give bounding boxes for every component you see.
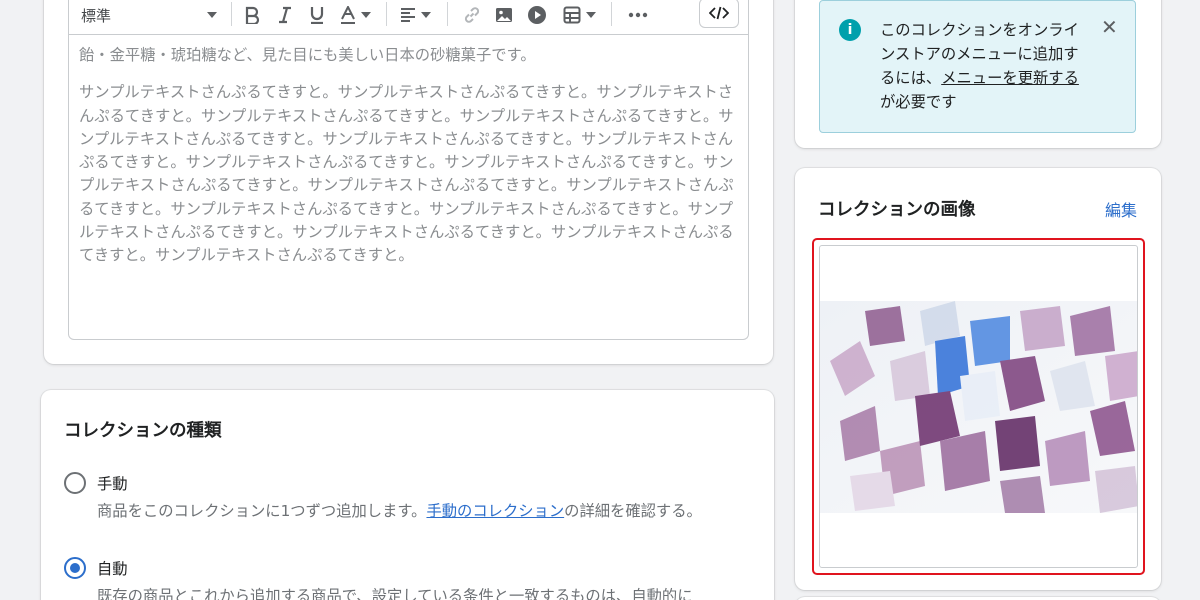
radio-button-automatic[interactable] — [64, 557, 86, 579]
manual-collection-link[interactable]: 手動のコレクション — [426, 502, 564, 520]
help-text: 商品をこのコレクションに1つずつ追加します。 — [97, 502, 427, 520]
info-icon: i — [839, 19, 861, 41]
chevron-down-icon — [585, 12, 596, 18]
radio-label: 手動 — [97, 475, 128, 493]
radio-help-text: 既存の商品とこれから追加する商品で、設定している条件と一致するものは、自動的に — [97, 587, 693, 600]
chevron-down-icon — [420, 12, 431, 18]
editor-content[interactable]: 飴・金平糖・琥珀糖など、見た目にも美しい日本の砂糖菓子です。 サンプルテキストさ… — [79, 44, 741, 282]
toolbar-divider — [447, 2, 448, 26]
editor-paragraph: 飴・金平糖・琥珀糖など、見た目にも美しい日本の砂糖菓子です。 — [79, 46, 536, 64]
text-color-icon[interactable] — [335, 2, 375, 28]
info-banner: i このコレクションをオンラインストアのメニューに追加するには、メニューを更新す… — [819, 0, 1136, 133]
editor-toolbar: 標準 — [69, 0, 748, 35]
format-select-label: 標準 — [81, 6, 112, 25]
card-title: コレクションの種類 — [64, 421, 222, 441]
toolbar-divider — [231, 2, 232, 26]
radio-button-manual[interactable] — [64, 472, 86, 494]
candy-photo — [820, 301, 1137, 513]
bold-icon[interactable] — [239, 2, 265, 28]
collection-type-card: コレクションの種類 手動 商品をこのコレクションに1つずつ追加します。手動のコレ… — [41, 390, 774, 600]
radio-label: 自動 — [97, 560, 128, 578]
description-card: 標準 飴・金平糖・琥珀糖など、見た目にも美しい日本の砂糖菓子です。 サンプルテキ… — [44, 0, 773, 364]
rich-text-editor[interactable]: 標準 飴・金平糖・琥珀糖など、見た目にも美しい日本の砂糖菓子です。 サンプルテキ… — [68, 0, 749, 340]
radio-help-text: 商品をこのコレクションに1つずつ追加します。手動のコレクションの詳細を確認する。 — [97, 500, 737, 523]
code-icon[interactable] — [699, 0, 739, 28]
editor-paragraph: サンプルテキストさんぷるてきすと。サンプルテキストさんぷるてきすと。サンプルテキ… — [79, 83, 734, 265]
toolbar-divider — [386, 2, 387, 26]
collection-image-card: コレクションの画像 編集 — [795, 168, 1161, 590]
table-icon[interactable] — [557, 2, 601, 28]
video-icon[interactable] — [523, 2, 551, 28]
image-highlight-box — [812, 238, 1145, 575]
banner-message: このコレクションをオンラインストアのメニューに追加するには、メニューを更新するが… — [880, 18, 1085, 114]
card-title: コレクションの画像 — [818, 200, 976, 220]
format-select[interactable]: 標準 — [81, 2, 221, 28]
notice-card: i このコレクションをオンラインストアのメニューに追加するには、メニューを更新す… — [795, 0, 1161, 148]
help-text: の詳細を確認する。 — [564, 502, 702, 520]
chevron-down-icon — [360, 12, 371, 18]
chevron-down-icon — [207, 12, 217, 18]
toolbar-divider — [611, 2, 612, 26]
close-icon[interactable]: ✕ — [1101, 15, 1118, 39]
underline-icon[interactable] — [305, 2, 329, 28]
more-icon[interactable] — [623, 2, 653, 28]
update-menu-link[interactable]: メニューを更新する — [941, 69, 1079, 87]
align-icon[interactable] — [395, 2, 435, 28]
link-icon[interactable] — [457, 2, 487, 28]
banner-text: が必要です — [880, 93, 957, 111]
edit-image-button[interactable]: 編集 — [1105, 197, 1137, 221]
italic-icon[interactable] — [273, 2, 297, 28]
collection-image[interactable] — [819, 245, 1138, 568]
image-icon[interactable] — [489, 2, 519, 28]
